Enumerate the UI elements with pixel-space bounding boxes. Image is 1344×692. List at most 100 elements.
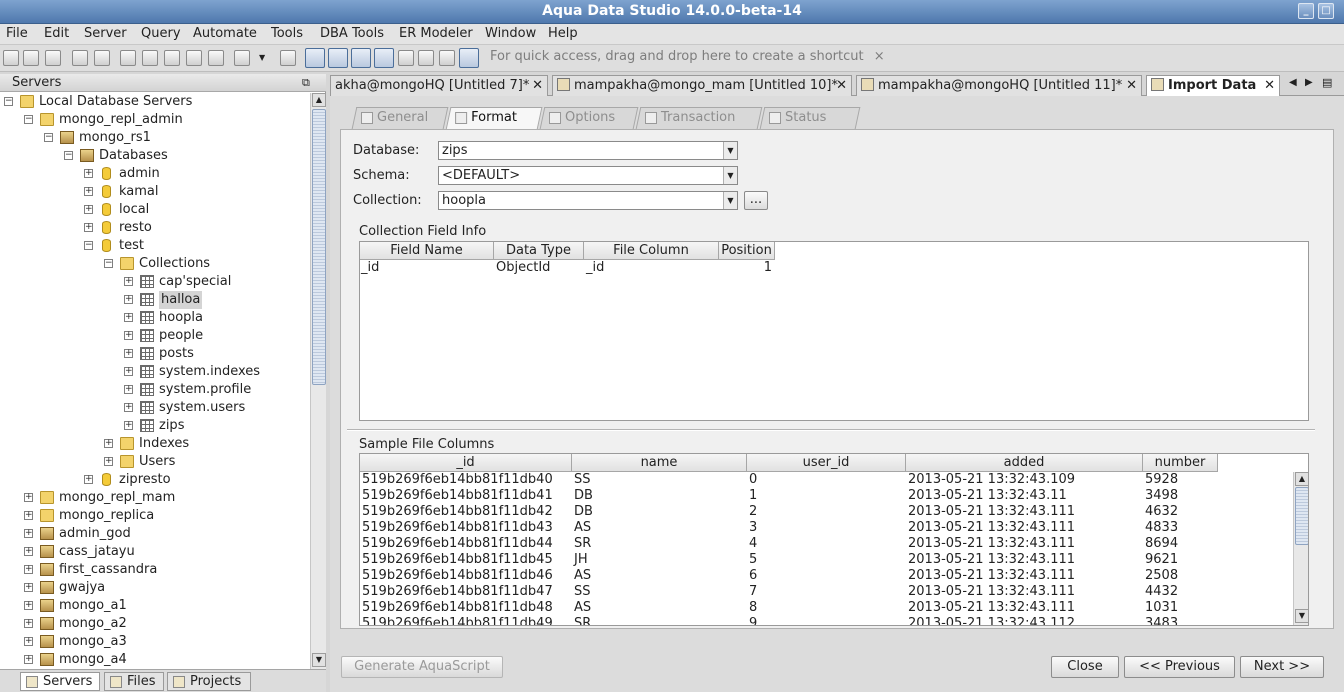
tree-item[interactable]: − Databases — [0, 147, 310, 165]
table-row[interactable]: 519b269f6eb14bb81f11db46 AS 6 2013-05-21 13… — [360, 568, 1294, 584]
expand-icon[interactable]: + — [24, 529, 33, 538]
file-column-cell[interactable]: _id — [585, 260, 719, 276]
table-cell[interactable]: 519b269f6eb14bb81f11db45 — [361, 552, 571, 568]
tree-item[interactable]: + people — [0, 327, 310, 345]
expand-icon[interactable]: + — [124, 331, 133, 340]
menu-server[interactable]: Server — [84, 26, 127, 41]
expand-icon[interactable]: + — [124, 277, 133, 286]
expand-icon[interactable]: + — [104, 439, 113, 448]
expand-icon[interactable]: + — [124, 403, 133, 412]
compare-icon[interactable] — [164, 50, 180, 66]
close-button[interactable]: Close — [1051, 656, 1119, 678]
expand-icon[interactable]: + — [104, 457, 113, 466]
close-icon[interactable]: × — [874, 49, 885, 64]
table-cell[interactable]: 519b269f6eb14bb81f11db42 — [361, 504, 571, 520]
new-server-icon[interactable] — [3, 50, 19, 66]
table-row[interactable]: 519b269f6eb14bb81f11db48 AS 8 2013-05-21 13… — [360, 600, 1294, 616]
scroll-up-icon[interactable]: ▲ — [312, 93, 326, 107]
tree-item[interactable]: + first_cassandra — [0, 561, 310, 579]
chart-icon[interactable] — [398, 50, 414, 66]
table-cell[interactable]: DB — [573, 488, 746, 504]
table-cell[interactable]: 8694 — [1144, 536, 1217, 552]
collapse-icon[interactable]: − — [64, 151, 73, 160]
column-header[interactable]: number — [1143, 454, 1218, 472]
table-cell[interactable]: 2508 — [1144, 568, 1217, 584]
collapse-icon[interactable]: − — [44, 133, 53, 142]
menu-query[interactable]: Query — [141, 26, 181, 41]
close-tab-icon[interactable]: ✕ — [836, 76, 847, 96]
tab-files[interactable]: Files — [104, 672, 164, 691]
tree-item[interactable]: + admin — [0, 165, 310, 183]
data-type-cell[interactable]: ObjectId — [495, 260, 584, 276]
column-header[interactable]: Position — [719, 242, 775, 260]
expand-icon[interactable]: + — [124, 313, 133, 322]
table-cell[interactable]: 8 — [748, 600, 905, 616]
expand-icon[interactable]: + — [24, 583, 33, 592]
column-header[interactable]: Data Type — [494, 242, 584, 260]
menu-file[interactable]: File — [6, 26, 28, 41]
tree-item[interactable]: + zipresto — [0, 471, 310, 489]
tree-item[interactable]: + kamal — [0, 183, 310, 201]
table-cell[interactable]: DB — [573, 504, 746, 520]
table-cell[interactable]: AS — [573, 600, 746, 616]
expand-icon[interactable]: + — [84, 187, 93, 196]
table-cell[interactable]: 2013-05-21 13:32:43.111 — [907, 600, 1142, 616]
column-header[interactable]: File Column — [584, 242, 719, 260]
table-cell[interactable]: JH — [573, 552, 746, 568]
chevron-down-icon[interactable]: ▼ — [723, 192, 737, 209]
menu-edit[interactable]: Edit — [44, 26, 69, 41]
menu-er-modeler[interactable]: ER Modeler — [399, 26, 473, 41]
scroll-down-icon[interactable]: ▼ — [1295, 609, 1308, 623]
query-window-icon[interactable] — [94, 50, 110, 66]
expand-icon[interactable]: + — [124, 349, 133, 358]
table-cell[interactable]: 519b269f6eb14bb81f11db48 — [361, 600, 571, 616]
history-icon[interactable] — [280, 50, 296, 66]
expand-icon[interactable]: + — [124, 385, 133, 394]
expand-icon[interactable]: + — [24, 565, 33, 574]
tree-item[interactable]: + gwajya — [0, 579, 310, 597]
chevron-down-icon[interactable]: ▼ — [723, 142, 737, 159]
generate-aquascript-button[interactable]: Generate AquaScript — [341, 656, 503, 678]
menu-tools[interactable]: Tools — [271, 26, 303, 41]
scroll-up-icon[interactable]: ▲ — [1295, 472, 1308, 486]
expand-icon[interactable]: + — [24, 547, 33, 556]
tab-right-arrow-icon[interactable]: ▶ — [1305, 77, 1313, 88]
close-tab-icon[interactable]: ✕ — [1126, 76, 1137, 96]
scrollbar-thumb[interactable] — [312, 109, 326, 385]
table-cell[interactable]: 1031 — [1144, 600, 1217, 616]
tree-item[interactable]: + mongo_a1 — [0, 597, 310, 615]
scroll-down-icon[interactable]: ▼ — [312, 653, 326, 667]
menu-help[interactable]: Help — [548, 26, 578, 41]
table-row[interactable]: 519b269f6eb14bb81f11db45 JH 5 2013-05-21 13… — [360, 552, 1294, 568]
layout-table-icon[interactable] — [374, 48, 394, 68]
table-row[interactable]: 519b269f6eb14bb81f11db40 SS 0 2013-05-21 13… — [360, 472, 1294, 488]
editor-tab-untitled-10[interactable]: mampakha@mongo_mam [Untitled 10]* ✕ — [552, 75, 852, 96]
table-cell[interactable]: 4632 — [1144, 504, 1217, 520]
editor-tab-untitled-11[interactable]: mampakha@mongoHQ [Untitled 11]* ✕ — [856, 75, 1142, 96]
table-cell[interactable]: AS — [573, 520, 746, 536]
tree-item[interactable]: − mongo_repl_admin — [0, 111, 310, 129]
tree-item[interactable]: + resto — [0, 219, 310, 237]
table-editor-icon[interactable] — [142, 50, 158, 66]
expand-icon[interactable]: + — [24, 493, 33, 502]
table-cell[interactable]: SR — [573, 616, 746, 625]
expand-icon[interactable]: + — [124, 367, 133, 376]
table-cell[interactable]: 5 — [748, 552, 905, 568]
table-cell[interactable]: 7 — [748, 584, 905, 600]
table-cell[interactable]: 519b269f6eb14bb81f11db43 — [361, 520, 571, 536]
tree-item[interactable]: − test — [0, 237, 310, 255]
table-cell[interactable]: SS — [573, 472, 746, 488]
tree-item[interactable]: + local — [0, 201, 310, 219]
export-icon[interactable] — [186, 50, 202, 66]
maximize-button[interactable]: □ — [1318, 3, 1334, 19]
expand-icon[interactable]: + — [24, 655, 33, 664]
table-cell[interactable]: SS — [573, 584, 746, 600]
browse-button[interactable]: ... — [744, 191, 768, 210]
schema-select[interactable]: <DEFAULT> ▼ — [438, 166, 738, 185]
tree-item[interactable]: + mongo_a2 — [0, 615, 310, 633]
table-cell[interactable]: 0 — [748, 472, 905, 488]
table-cell[interactable]: 6 — [748, 568, 905, 584]
tree-item[interactable]: − Collections — [0, 255, 310, 273]
restore-icon[interactable]: ⧉ — [302, 74, 310, 92]
tab-status[interactable]: Status — [759, 107, 861, 129]
